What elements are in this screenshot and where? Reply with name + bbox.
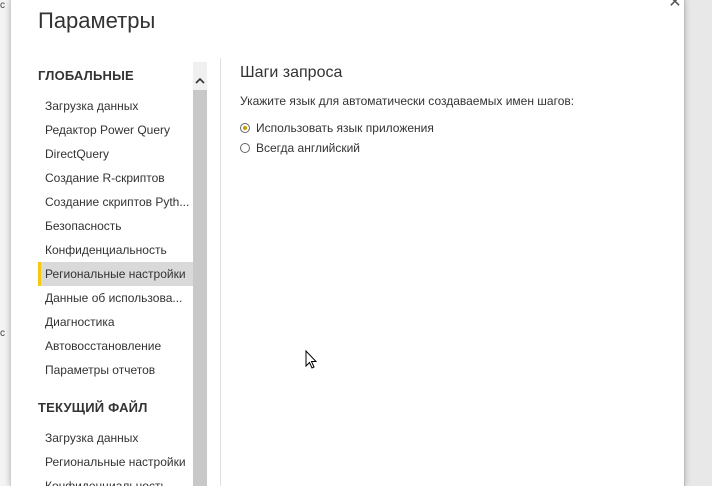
section-header-current-file: ТЕКУЩИЙ ФАЙЛ [38,400,148,415]
sidebar-item-data-load[interactable]: Загрузка данных [38,94,193,118]
sidebar-item-python-scripting[interactable]: Создание скриптов Pyth... [38,190,193,214]
sidebar-item-current-privacy[interactable]: Конфиденциальность [38,474,193,486]
section-header-global: ГЛОБАЛЬНЫЕ [38,68,134,83]
options-dialog: ✕ Параметры ГЛОБАЛЬНЫЕ Загрузка данных Р… [10,0,685,486]
dialog-title: Параметры [38,8,156,33]
sidebar-scrollbar[interactable] [193,62,207,486]
radio-label: Всегда английский [256,141,361,155]
background-text-fragment: c [0,328,5,339]
content-title: Шаги запроса [240,64,343,81]
background-text-fragment: c [0,0,5,11]
sidebar-item-regional-settings[interactable]: Региональные настройки [38,262,193,286]
sidebar-item-usage-data[interactable]: Данные об использова... [38,286,193,310]
radio-button[interactable] [240,143,250,153]
radio-option-always-english[interactable]: Всегда английский [240,140,360,156]
sidebar-item-auto-recovery[interactable]: Автовосстановление [38,334,193,358]
background-window-strip: c c [0,0,10,486]
mouse-cursor-icon [305,350,318,369]
sidebar-item-privacy[interactable]: Конфиденциальность [38,238,193,262]
sidebar-item-directquery[interactable]: DirectQuery [38,142,193,166]
sidebar-item-security[interactable]: Безопасность [38,214,193,238]
sidebar-item-current-data-load[interactable]: Загрузка данных [38,426,193,450]
sidebar-item-diagnostics[interactable]: Диагностика [38,310,193,334]
radio-button-checked[interactable] [240,123,250,133]
panel-divider [220,58,221,486]
sidebar-item-report-settings[interactable]: Параметры отчетов [38,358,193,382]
scrollbar-thumb[interactable] [193,90,207,486]
close-icon[interactable]: ✕ [668,0,682,11]
chevron-up-icon[interactable] [193,74,207,88]
sidebar-item-power-query-editor[interactable]: Редактор Power Query [38,118,193,142]
content-description: Укажите язык для автоматически создаваем… [240,94,575,108]
sidebar-item-current-regional-settings[interactable]: Региональные настройки [38,450,193,474]
radio-label: Использовать язык приложения [256,121,434,135]
sidebar-item-r-scripting[interactable]: Создание R-скриптов [38,166,193,190]
radio-option-app-language[interactable]: Использовать язык приложения [240,120,434,136]
